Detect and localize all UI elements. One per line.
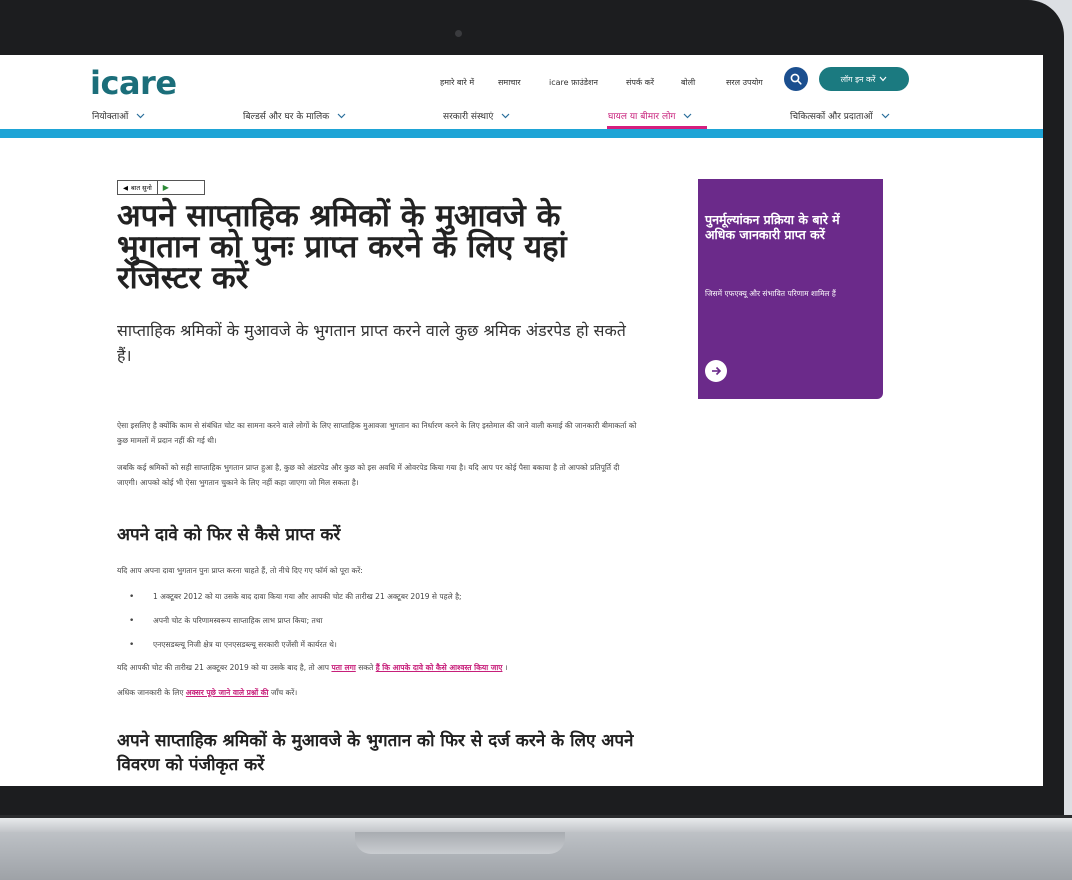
paragraph-4-text: यदि आपकी चोट की तारीख 21 अक्टूबर 2019 को… bbox=[117, 663, 330, 672]
top-link-foundation[interactable]: icare फ़ाउंडेशन bbox=[549, 77, 598, 88]
paragraph-5-text: अधिक जानकारी के लिए bbox=[117, 688, 184, 697]
top-link-news[interactable]: समाचार bbox=[498, 77, 521, 88]
lead-paragraph: साप्ताहिक श्रमिकों के मुआवजे के भुगतान प… bbox=[117, 321, 626, 365]
paragraph-4-mid: सकते bbox=[358, 663, 374, 672]
search-icon bbox=[790, 73, 802, 85]
bullet-icon: • bbox=[129, 616, 135, 626]
camera bbox=[455, 30, 462, 37]
bullet-icon: • bbox=[129, 592, 135, 602]
nav-label: नियोक्ताओं bbox=[92, 112, 129, 122]
top-link-accessibility[interactable]: सरल उपयोग bbox=[726, 77, 763, 88]
bullet-icon: • bbox=[129, 640, 135, 650]
section-heading-reclaim: अपने दावे को फिर से कैसे प्राप्त करें bbox=[117, 525, 341, 545]
paragraph-1: ऐसा इसलिए है क्योंकि काम से संबंधित चोट … bbox=[117, 421, 637, 445]
nav-label: चिकित्सकों और प्रदाताओं bbox=[790, 112, 873, 122]
paragraph-4-end: । bbox=[504, 663, 508, 672]
listen-label: बात सुनो bbox=[131, 184, 152, 192]
nav-injured-people[interactable]: घायल या बीमार लोग bbox=[608, 109, 692, 122]
paragraph-5-end: जाँच करें। bbox=[270, 688, 298, 697]
header-stripe bbox=[0, 129, 1043, 138]
section-heading-register: अपने साप्ताहिक श्रमिकों के मुआवजे के भुग… bbox=[117, 731, 634, 775]
laptop-base-lip bbox=[0, 818, 1072, 832]
chevron-down-icon bbox=[684, 113, 692, 118]
arrow-right-icon bbox=[712, 366, 722, 376]
top-link-language[interactable]: बोली bbox=[681, 77, 695, 88]
paragraph-4: यदि आपकी चोट की तारीख 21 अक्टूबर 2019 को… bbox=[117, 660, 637, 675]
reassessment-card[interactable]: पुनर्मूल्यांकन प्रक्रिया के बारे में अधि… bbox=[698, 179, 883, 399]
play-icon[interactable]: ▶ bbox=[158, 183, 174, 192]
nav-label: बिल्डर्स और घर के मालिक bbox=[243, 112, 330, 122]
eligibility-list: • 1 अक्टूबर 2012 को या उसके बाद दावा किया… bbox=[117, 585, 637, 657]
nav-builders[interactable]: बिल्डर्स और घर के मालिक bbox=[243, 109, 346, 122]
page-title: अपने साप्ताहिक श्रमिकों के मुआवजे के भुग… bbox=[117, 198, 567, 296]
login-label: लॉग इन करें bbox=[840, 74, 876, 84]
card-arrow-button[interactable] bbox=[705, 360, 727, 382]
browser-screen: icare हमारे बारे में समाचार icare फ़ाउंड… bbox=[0, 55, 1043, 786]
card-subtitle: जिसमें एफएक्यू और संभावित परिणाम शामिल ह… bbox=[705, 289, 836, 298]
list-item: • अपनी चोट के परिणामस्वरूप साप्ताहिक लाभ … bbox=[117, 609, 637, 633]
card-title: पुनर्मूल्यांकन प्रक्रिया के बारे में अधि… bbox=[705, 212, 840, 242]
chevron-down-icon bbox=[881, 113, 890, 118]
nav-government[interactable]: सरकारी संस्थाएं bbox=[443, 109, 510, 122]
find-out-link[interactable]: पता लगा bbox=[331, 663, 355, 672]
paragraph-2: जबकि कई श्रमिकों को सही साप्ताहिक भुगतान… bbox=[117, 463, 620, 487]
paragraph-5: अधिक जानकारी के लिए अक्सर पूछे जाने वाले… bbox=[117, 685, 637, 700]
speaker-icon: ◀ bbox=[123, 183, 128, 192]
nav-label: घायल या बीमार लोग bbox=[608, 112, 676, 122]
nav-label: सरकारी संस्थाएं bbox=[443, 112, 494, 122]
list-item-text: 1 अक्टूबर 2012 को या उसके बाद दावा किया … bbox=[153, 592, 462, 601]
chevron-down-icon bbox=[337, 113, 346, 118]
laptop-notch bbox=[355, 832, 565, 854]
list-item: • एनएसडब्ल्यू निजी क्षेत्र या एनएसडब्ल्यू… bbox=[117, 633, 637, 657]
claim-assurance-link[interactable]: हैं कि आपके दावे को कैसे आश्वस्त किया जा… bbox=[376, 663, 503, 672]
paragraph-3: यदि आप अपना दावा भुगतान पुनः प्राप्त करन… bbox=[117, 566, 363, 575]
listen-button[interactable]: ◀ बात सुनो ▶ bbox=[117, 180, 205, 195]
chevron-down-icon bbox=[879, 76, 887, 82]
list-item-text: एनएसडब्ल्यू निजी क्षेत्र या एनएसडब्ल्यू … bbox=[153, 640, 337, 649]
search-button[interactable] bbox=[784, 67, 808, 91]
nav-providers[interactable]: चिकित्सकों और प्रदाताओं bbox=[790, 109, 890, 122]
faq-link[interactable]: अक्सर पूछे जाने वाले प्रश्नों की bbox=[186, 688, 269, 697]
login-button[interactable]: लॉग इन करें bbox=[819, 67, 909, 91]
list-item-text: अपनी चोट के परिणामस्वरूप साप्ताहिक लाभ प… bbox=[153, 616, 323, 625]
chevron-down-icon bbox=[136, 113, 145, 118]
listen-control: ◀ बात सुनो bbox=[118, 181, 158, 194]
list-item: • 1 अक्टूबर 2012 को या उसके बाद दावा किया… bbox=[117, 585, 637, 609]
top-link-about[interactable]: हमारे बारे में bbox=[440, 77, 474, 88]
icare-logo[interactable]: icare bbox=[90, 64, 177, 102]
nav-employers[interactable]: नियोक्ताओं bbox=[92, 109, 145, 122]
top-link-contact[interactable]: संपर्क करें bbox=[626, 77, 654, 88]
chevron-down-icon bbox=[501, 113, 510, 118]
